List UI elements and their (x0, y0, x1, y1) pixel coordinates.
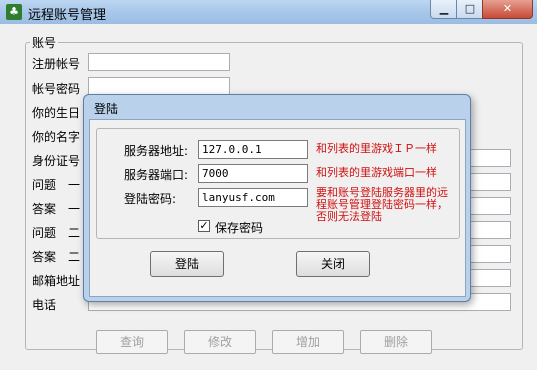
server-port-hint: 和列表的里游戏端口一样 (316, 166, 437, 179)
field-label-question-1: 问题 一 (32, 178, 81, 192)
server-address-hint: 和列表的里游戏ＩＰ一样 (316, 142, 437, 155)
field-label-name: 你的名字 (32, 130, 81, 144)
field-label-question-2: 问题 二 (32, 226, 81, 240)
field-label-answer-2: 答案 二 (32, 250, 81, 264)
close-button[interactable]: ✕ (482, 0, 533, 19)
field-label-account-password: 帐号密码 (32, 82, 81, 96)
dialog-close-button[interactable]: 关闭 (296, 251, 370, 277)
app-icon: ♣ (6, 4, 22, 20)
login-password-input[interactable]: lanyusf.com (198, 188, 308, 207)
delete-button[interactable]: 删除 (360, 330, 432, 354)
login-dialog-client: 服务器地址: 127.0.0.1 和列表的里游戏ＩＰ一样 服务器端口: 7000… (89, 119, 466, 297)
server-port-label: 服务器端口: (124, 168, 189, 182)
login-settings-groupbox: 服务器地址: 127.0.0.1 和列表的里游戏ＩＰ一样 服务器端口: 7000… (96, 128, 460, 239)
register-account-input[interactable] (88, 53, 230, 71)
server-address-input[interactable]: 127.0.0.1 (198, 140, 308, 159)
field-label-phone: 电话 (32, 298, 57, 312)
title-bar[interactable]: ♣ 远程账号管理 ▁ □ ✕ (0, 0, 537, 24)
server-address-label: 服务器地址: (124, 144, 189, 158)
save-password-label: 保存密码 (215, 221, 264, 235)
edit-button[interactable]: 修改 (184, 330, 256, 354)
save-password-checkbox[interactable]: ✓ (198, 220, 210, 232)
field-label-answer-1: 答案 一 (32, 202, 81, 216)
minimize-button[interactable]: ▁ (430, 0, 458, 19)
add-button[interactable]: 增加 (272, 330, 344, 354)
window-title: 远程账号管理 (28, 8, 107, 23)
login-password-label: 登陆密码: (124, 192, 177, 206)
login-dialog-title: 登陆 (94, 102, 119, 116)
query-button[interactable]: 查询 (96, 330, 168, 354)
account-password-input[interactable] (88, 77, 230, 95)
field-label-register-account: 注册帐号 (32, 57, 81, 71)
account-group-label: 账号 (30, 34, 59, 51)
login-button[interactable]: 登陆 (150, 251, 224, 277)
login-dialog: 登陆 服务器地址: 127.0.0.1 和列表的里游戏ＩＰ一样 服务器端口: 7… (83, 94, 471, 302)
field-label-id-number: 身份证号 (32, 154, 81, 168)
maximize-button[interactable]: □ (456, 0, 484, 19)
field-label-birthday: 你的生日 (32, 106, 81, 120)
login-password-hint: 要和账号登陆服务器里的远程账号管理登陆密码一样，否则无法登陆 (316, 186, 448, 223)
server-port-input[interactable]: 7000 (198, 164, 308, 183)
field-label-email: 邮箱地址 (32, 274, 81, 288)
